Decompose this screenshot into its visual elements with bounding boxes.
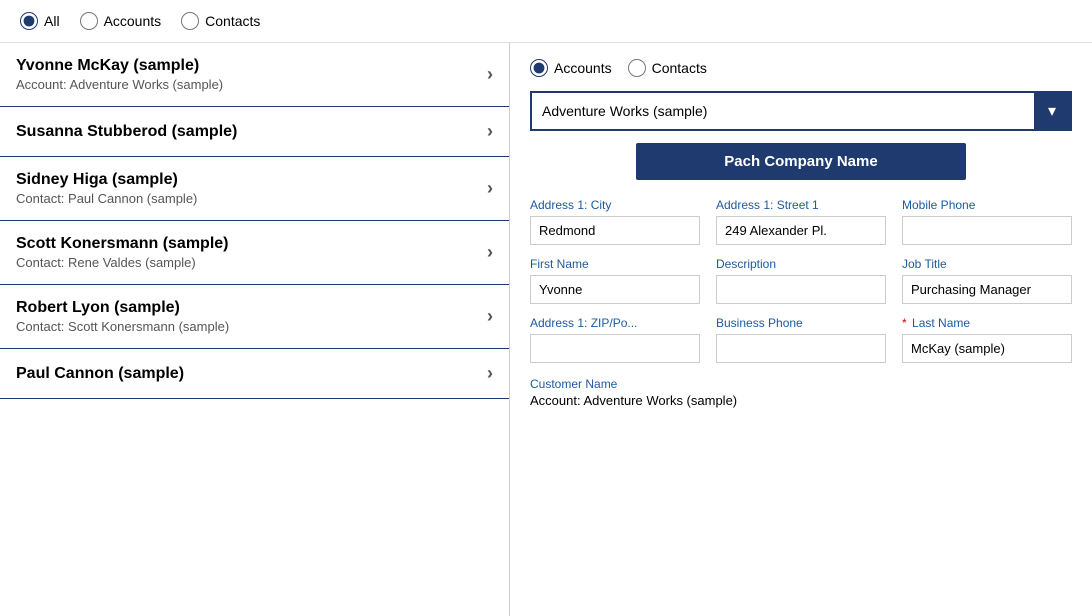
list-item-content: Yvonne McKay (sample) Account: Adventure … [16, 57, 223, 92]
field-label-firstname: First Name [530, 257, 700, 271]
list-item-arrow-icon: › [487, 178, 493, 199]
list-item-content: Paul Cannon (sample) [16, 365, 184, 383]
field-bizphone: Business Phone [716, 316, 886, 363]
customer-name-section: Customer Name Account: Adventure Works (… [530, 377, 1072, 408]
filter-radio-contacts[interactable] [181, 12, 199, 30]
customer-name-value: Account: Adventure Works (sample) [530, 393, 1072, 408]
list-item-content: Sidney Higa (sample) Contact: Paul Cannon… [16, 171, 197, 206]
detail-filter-det-accounts[interactable]: Accounts [530, 59, 612, 77]
list-item-arrow-icon: › [487, 306, 493, 327]
field-label-street1: Address 1: Street 1 [716, 198, 886, 212]
field-label-jobtitle: Job Title [902, 257, 1072, 271]
list-item-content: Robert Lyon (sample) Contact: Scott Koner… [16, 299, 229, 334]
field-firstname: First Name [530, 257, 700, 304]
list-item-content: Susanna Stubberod (sample) [16, 123, 237, 141]
input-lastname[interactable] [902, 334, 1072, 363]
detail-radio-det-accounts[interactable] [530, 59, 548, 77]
field-label-description: Description [716, 257, 886, 271]
list-item-content: Scott Konersmann (sample) Contact: Rene V… [16, 235, 228, 270]
filter-radio-accounts[interactable] [80, 12, 98, 30]
right-detail-panel: Accounts Contacts Adventure Works (sample… [510, 43, 1092, 616]
filter-all[interactable]: All [20, 12, 60, 30]
list-item[interactable]: Robert Lyon (sample) Contact: Scott Koner… [0, 285, 509, 349]
field-label-mobile: Mobile Phone [902, 198, 1072, 212]
field-label-zip: Address 1: ZIP/Po... [530, 316, 700, 330]
customer-name-label: Customer Name [530, 377, 1072, 391]
list-item[interactable]: Susanna Stubberod (sample) › [0, 107, 509, 157]
list-item-name: Scott Konersmann (sample) [16, 235, 228, 253]
list-item-arrow-icon: › [487, 64, 493, 85]
field-mobile: Mobile Phone [902, 198, 1072, 245]
dropdown-toggle-button[interactable]: ▾ [1034, 93, 1070, 129]
list-item-sub: Contact: Paul Cannon (sample) [16, 191, 197, 206]
input-firstname[interactable] [530, 275, 700, 304]
field-jobtitle: Job Title [902, 257, 1072, 304]
filter-label-accounts: Accounts [104, 13, 162, 29]
field-label-city: Address 1: City [530, 198, 700, 212]
input-mobile[interactable] [902, 216, 1072, 245]
field-description: Description [716, 257, 886, 304]
top-filter-bar: All Accounts Contacts [0, 0, 1092, 43]
detail-filter-label-det-contacts: Contacts [652, 60, 707, 76]
input-city[interactable] [530, 216, 700, 245]
field-street1: Address 1: Street 1 [716, 198, 886, 245]
list-item-name: Robert Lyon (sample) [16, 299, 229, 317]
input-description[interactable] [716, 275, 886, 304]
list-item-arrow-icon: › [487, 242, 493, 263]
filter-label-all: All [44, 13, 60, 29]
filter-radio-all[interactable] [20, 12, 38, 30]
list-item-name: Susanna Stubberod (sample) [16, 123, 237, 141]
filter-label-contacts: Contacts [205, 13, 260, 29]
detail-filter-label-det-accounts: Accounts [554, 60, 612, 76]
detail-radio-row: Accounts Contacts [530, 59, 1072, 77]
filter-accounts[interactable]: Accounts [80, 12, 162, 30]
input-street1[interactable] [716, 216, 886, 245]
field-label-bizphone: Business Phone [716, 316, 886, 330]
field-label-lastname: * Last Name [902, 316, 1072, 330]
list-item[interactable]: Sidney Higa (sample) Contact: Paul Cannon… [0, 157, 509, 221]
field-zip: Address 1: ZIP/Po... [530, 316, 700, 363]
input-jobtitle[interactable] [902, 275, 1072, 304]
list-item[interactable]: Yvonne McKay (sample) Account: Adventure … [0, 43, 509, 107]
list-item-arrow-icon: › [487, 363, 493, 384]
list-item-name: Yvonne McKay (sample) [16, 57, 223, 75]
left-list-panel: Yvonne McKay (sample) Account: Adventure … [0, 43, 510, 616]
list-item-sub: Contact: Scott Konersmann (sample) [16, 319, 229, 334]
filter-contacts[interactable]: Contacts [181, 12, 260, 30]
list-item-name: Sidney Higa (sample) [16, 171, 197, 189]
input-zip[interactable] [530, 334, 700, 363]
list-item-arrow-icon: › [487, 121, 493, 142]
list-item-name: Paul Cannon (sample) [16, 365, 184, 383]
list-item-sub: Contact: Rene Valdes (sample) [16, 255, 228, 270]
detail-filter-det-contacts[interactable]: Contacts [628, 59, 707, 77]
patch-company-name-button[interactable]: Pach Company Name [636, 143, 966, 180]
field-city: Address 1: City [530, 198, 700, 245]
field-lastname: * Last Name [902, 316, 1072, 363]
list-item[interactable]: Paul Cannon (sample) › [0, 349, 509, 399]
dropdown-selected-value: Adventure Works (sample) [532, 95, 1034, 127]
account-dropdown[interactable]: Adventure Works (sample) ▾ [530, 91, 1072, 131]
list-item-sub: Account: Adventure Works (sample) [16, 77, 223, 92]
detail-form-grid: Address 1: City Address 1: Street 1 Mobile… [530, 198, 1072, 363]
list-item[interactable]: Scott Konersmann (sample) Contact: Rene V… [0, 221, 509, 285]
detail-radio-det-contacts[interactable] [628, 59, 646, 77]
main-layout: Yvonne McKay (sample) Account: Adventure … [0, 43, 1092, 616]
required-marker: * [902, 316, 910, 330]
input-bizphone[interactable] [716, 334, 886, 363]
